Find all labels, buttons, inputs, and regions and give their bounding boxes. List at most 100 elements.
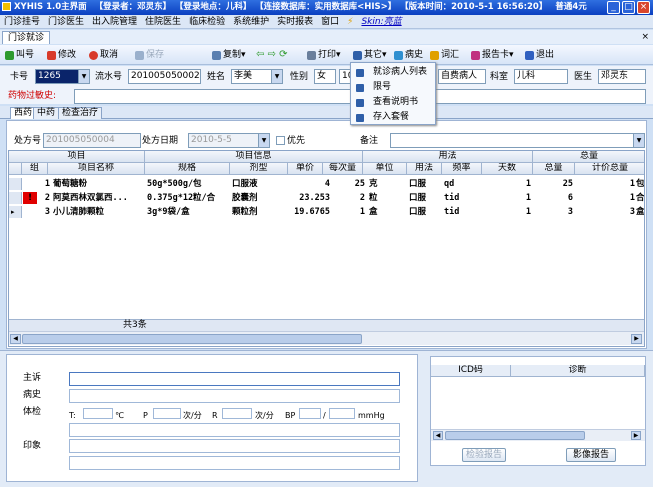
cell-form[interactable]: 胶囊剂: [232, 192, 288, 204]
tab-chinese-medicine[interactable]: 中药: [33, 107, 60, 119]
cell-bill-unit[interactable]: 合: [636, 192, 644, 204]
cell-frequency[interactable]: tid: [444, 206, 482, 218]
menu-item-outpatient-doctor[interactable]: 门诊医生: [48, 17, 84, 27]
cell-spec[interactable]: 3g*9袋/盒: [147, 206, 230, 218]
sex-field[interactable]: 女: [314, 69, 336, 84]
cell-days[interactable]: 1: [482, 178, 531, 190]
menu-item-inpatient-doctor[interactable]: 住院医生: [145, 17, 181, 27]
row-indicator[interactable]: [9, 192, 22, 204]
cell-item-name[interactable]: 阿莫西林双氯西...: [53, 192, 145, 204]
cell-dose[interactable]: 25: [330, 178, 365, 190]
cell-spec[interactable]: 0.375g*12粒/合: [147, 192, 230, 204]
rx-number-field[interactable]: 201005050004: [43, 133, 141, 148]
menu-item-view-instructions[interactable]: 查看说明书: [351, 95, 435, 110]
cell-total[interactable]: 3: [533, 206, 573, 218]
call-button[interactable]: 叫号: [4, 48, 34, 63]
dept-field[interactable]: 儿科: [514, 69, 568, 84]
doctor-field[interactable]: 邓灵东: [598, 69, 646, 84]
copy-button[interactable]: 复制▾: [211, 48, 246, 63]
minimize-button[interactable]: _: [607, 1, 620, 14]
close-button[interactable]: ×: [637, 1, 650, 14]
cell-form[interactable]: 口服液: [232, 178, 288, 190]
scroll-right-icon[interactable]: ▶: [631, 334, 642, 344]
physical-field[interactable]: [69, 423, 400, 437]
col-total[interactable]: 总量: [533, 163, 575, 175]
menu-item-save-package[interactable]: 存入套餐: [351, 110, 435, 125]
phrase-button[interactable]: 词汇: [429, 48, 459, 63]
cell-days[interactable]: 1: [482, 206, 531, 218]
diagnosis-scrollbar[interactable]: ◀ ▶: [431, 429, 645, 441]
cell-days[interactable]: 1: [482, 192, 531, 204]
temperature-field[interactable]: [83, 408, 113, 419]
tab-close-icon[interactable]: ×: [641, 32, 649, 42]
cell-bill-total[interactable]: 3: [575, 206, 635, 218]
serial-number-field[interactable]: 201005050002: [128, 69, 201, 84]
save-button[interactable]: 保存: [134, 48, 164, 63]
cell-price[interactable]: 19.6765: [288, 206, 330, 218]
cell-frequency[interactable]: tid: [444, 192, 482, 204]
card-number-field[interactable]: 1265 ▼: [35, 69, 90, 84]
col-diagnosis[interactable]: 诊断: [511, 365, 645, 377]
edit-button[interactable]: 修改: [46, 48, 76, 63]
menu-item-outpatient-register[interactable]: 门诊挂号: [4, 17, 40, 27]
chevron-down-icon[interactable]: ▼: [78, 70, 89, 83]
menu-item-lab[interactable]: 临床检验: [189, 17, 225, 27]
col-bill-total[interactable]: 计价总量: [575, 163, 644, 175]
tab-outpatient[interactable]: 门诊就诊: [2, 31, 51, 44]
print-button[interactable]: 打印▾: [306, 48, 341, 63]
col-unit[interactable]: 单位: [363, 163, 407, 175]
lab-report-button[interactable]: 检验报告: [462, 448, 506, 462]
history-button[interactable]: 病史: [393, 48, 423, 63]
respiration-field[interactable]: [222, 408, 252, 419]
scroll-thumb[interactable]: [445, 431, 585, 440]
extra-field[interactable]: [69, 456, 400, 470]
menu-item-reports[interactable]: 实时报表: [277, 17, 313, 27]
pulse-field[interactable]: [153, 408, 181, 419]
col-group[interactable]: 组: [22, 163, 48, 175]
col-dose[interactable]: 每次量: [323, 163, 363, 175]
cell-total[interactable]: 25: [533, 178, 573, 190]
cell-total[interactable]: 6: [533, 192, 573, 204]
col-spec[interactable]: 规格: [145, 163, 230, 175]
note-field[interactable]: ▼: [390, 133, 645, 148]
menu-item-admission[interactable]: 出入院管理: [92, 17, 137, 27]
cell-bill-total[interactable]: 1: [575, 192, 635, 204]
cell-bill-total[interactable]: 1: [575, 178, 635, 190]
scroll-left-icon[interactable]: ◀: [433, 431, 443, 440]
skin-link[interactable]: Skin:亮蓝: [361, 17, 401, 27]
chevron-down-icon[interactable]: ▼: [633, 134, 644, 147]
menu-item-system[interactable]: 系统维护: [233, 17, 269, 27]
priority-checkbox[interactable]: [276, 136, 285, 145]
exit-button[interactable]: 退出: [524, 48, 554, 63]
col-price[interactable]: 单价: [288, 163, 323, 175]
maximize-button[interactable]: □: [622, 1, 635, 14]
cancel-button[interactable]: 取消: [88, 48, 118, 63]
cell-item-name[interactable]: 葡萄糖粉: [53, 178, 145, 190]
row-indicator[interactable]: [9, 178, 22, 190]
col-item-name[interactable]: 项目名称: [48, 163, 145, 175]
menu-item-quota[interactable]: 限号: [351, 80, 435, 95]
col-icd[interactable]: ICD码: [431, 365, 511, 377]
cell-bill-unit[interactable]: 包: [636, 178, 644, 190]
cell-spec[interactable]: 50g*500g/包: [147, 178, 230, 190]
scroll-right-icon[interactable]: ▶: [631, 431, 641, 440]
report-card-button[interactable]: 报告卡▾: [470, 48, 514, 63]
chevron-down-icon[interactable]: ▼: [258, 134, 269, 147]
cell-usage[interactable]: 口服: [409, 192, 442, 204]
other-button[interactable]: 其它▾: [352, 48, 387, 63]
tab-exam-treatment[interactable]: 检查治疗: [58, 107, 103, 119]
cell-item-name[interactable]: 小儿清肺颗粒: [53, 206, 145, 218]
cell-price[interactable]: 4: [288, 178, 330, 190]
imaging-report-button[interactable]: 影像报告: [566, 448, 616, 462]
cell-unit[interactable]: 克: [369, 178, 407, 190]
menu-item-patient-list[interactable]: 就诊病人列表: [351, 65, 435, 80]
horizontal-scrollbar[interactable]: ◀ ▶: [9, 331, 644, 345]
bp-systolic-field[interactable]: [299, 408, 321, 419]
col-usage[interactable]: 用法: [407, 163, 442, 175]
rx-date-field[interactable]: 2010-5-5 ▼: [188, 133, 270, 148]
cell-group[interactable]: 3: [22, 206, 50, 218]
cell-unit[interactable]: 粒: [369, 192, 407, 204]
complaint-field[interactable]: [69, 372, 400, 386]
scroll-thumb[interactable]: [22, 334, 362, 344]
scroll-left-icon[interactable]: ◀: [10, 334, 21, 344]
